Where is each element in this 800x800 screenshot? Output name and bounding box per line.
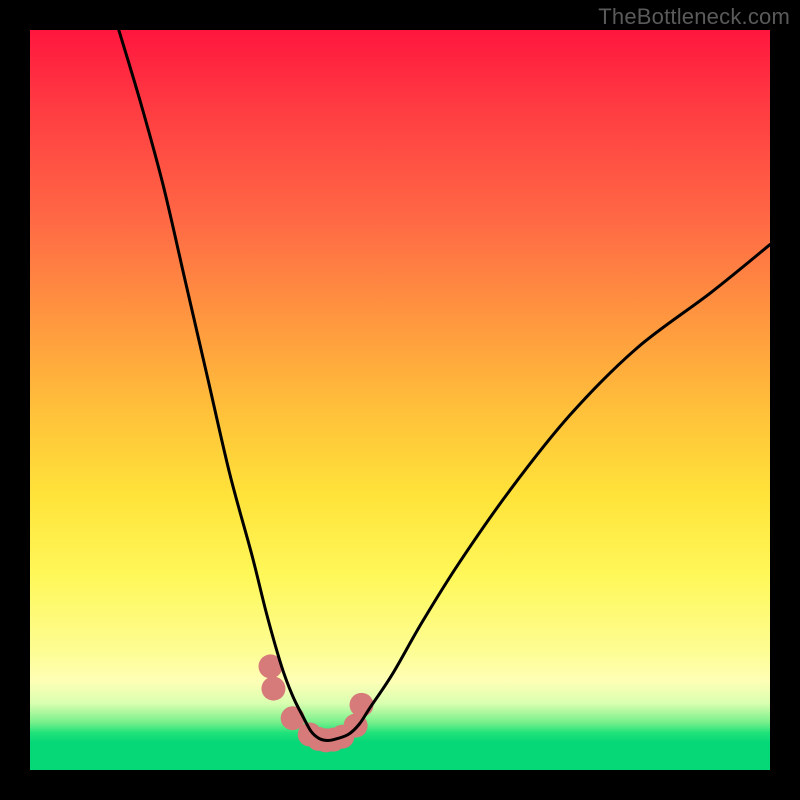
curve-layer [30,30,770,770]
chart-frame: TheBottleneck.com [0,0,800,800]
plot-area [30,30,770,770]
curve-marker-dot [350,693,374,717]
bottleneck-curve [119,30,770,741]
curve-marker-dot [261,677,285,701]
watermark-text: TheBottleneck.com [598,4,790,30]
